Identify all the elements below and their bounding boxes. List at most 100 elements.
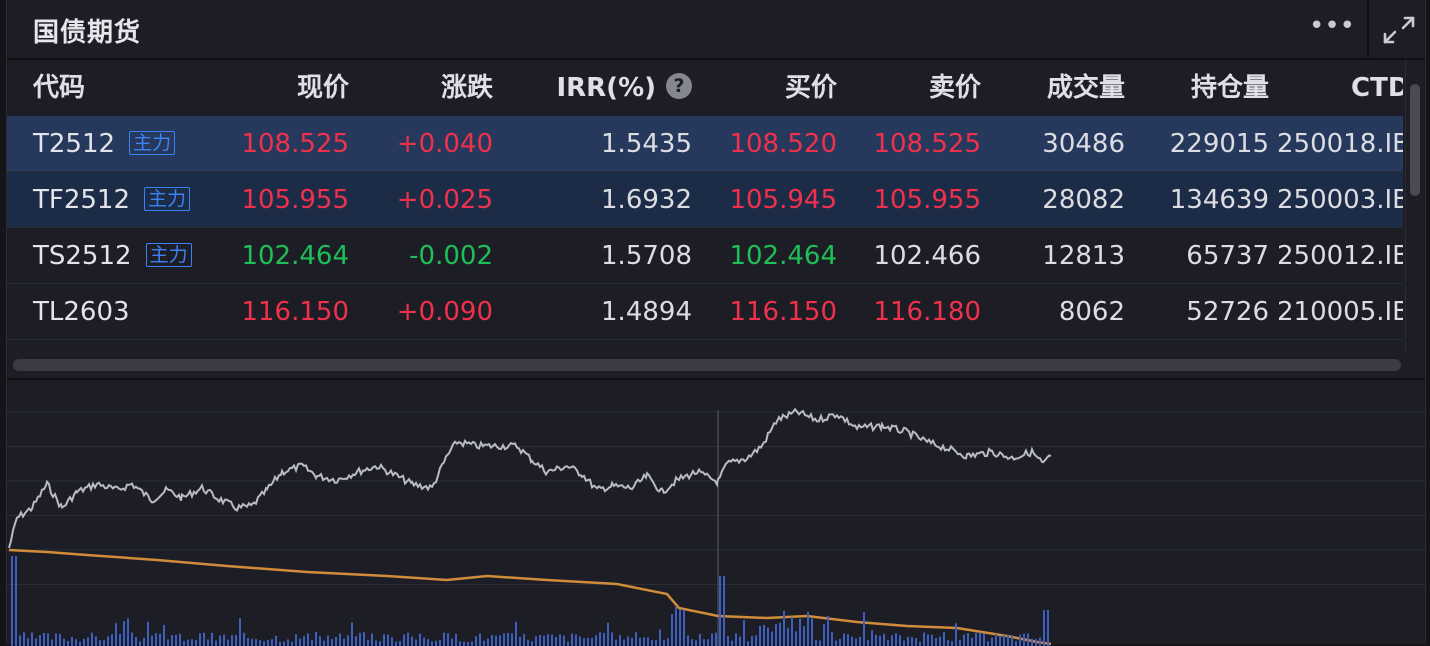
vertical-scroll-thumb[interactable]	[1410, 84, 1420, 196]
volume-bar	[35, 638, 37, 646]
volume-bar	[375, 640, 377, 646]
volume-bar	[231, 635, 233, 646]
volume-bar	[51, 639, 53, 646]
volume-bar	[723, 576, 725, 646]
col-header-price[interactable]: 现价	[229, 72, 349, 104]
open-interest-cell: 134639	[1169, 185, 1269, 215]
volume-cell: 28082	[1042, 185, 1125, 215]
volume-bar	[367, 639, 369, 646]
volume-bar	[679, 609, 681, 646]
contract-code-cell: TF2512 主力	[33, 183, 191, 217]
col-header-change[interactable]: 涨跌	[373, 72, 493, 104]
volume-bar	[391, 637, 393, 646]
volume-bar	[63, 638, 65, 646]
volume-bar	[1043, 610, 1045, 646]
horizontal-scrollbar[interactable]	[7, 354, 1425, 376]
volume-bar	[895, 633, 897, 646]
header-divider	[1367, 0, 1369, 58]
volume-bar	[879, 635, 881, 646]
volume-bar	[327, 635, 329, 646]
col-header-volume[interactable]: 成交量	[1005, 72, 1125, 104]
volume-bar	[11, 556, 13, 646]
volume-bar	[703, 639, 705, 646]
volume-bar	[179, 633, 181, 646]
volume-bar	[347, 635, 349, 646]
volume-bar	[1019, 634, 1021, 646]
open-interest-cell: 65737	[1186, 241, 1269, 271]
volume-bar	[983, 633, 985, 646]
more-icon[interactable]: •••	[1309, 10, 1355, 46]
col-header-ask[interactable]: 卖价	[861, 72, 981, 104]
table-row[interactable]: T2512 主力 108.525 +0.040 1.5435 108.520 10…	[7, 116, 1403, 172]
table-row[interactable]: TS2512 主力 102.464 -0.002 1.5708 102.464 1…	[7, 228, 1403, 284]
volume-bar	[39, 635, 41, 646]
volume-bar	[603, 632, 605, 646]
volume-bar	[631, 637, 633, 646]
vertical-scrollbar[interactable]	[1405, 60, 1424, 352]
intraday-chart[interactable]	[7, 378, 1425, 646]
volume-bar	[883, 633, 885, 646]
volume-bar	[911, 637, 913, 646]
col-header-code[interactable]: 代码	[33, 72, 85, 104]
change-cell: +0.040	[396, 129, 493, 159]
change-cell: +0.025	[396, 185, 493, 215]
help-icon[interactable]: ?	[666, 72, 692, 99]
volume-bar	[935, 638, 937, 646]
volume-bar	[867, 640, 869, 646]
expand-icon[interactable]	[1379, 12, 1419, 48]
volume-bar	[547, 634, 549, 646]
col-header-bid[interactable]: 买价	[717, 72, 837, 104]
table-row[interactable]: TL2603 116.150 +0.090 1.4894 116.150 116…	[7, 284, 1403, 340]
volume-bar	[551, 634, 553, 646]
volume-bar	[499, 635, 501, 646]
volume-bar	[123, 621, 125, 646]
volume-bar	[275, 635, 277, 646]
table-header-row: 代码 现价 涨跌 IRR(%)? 买价 卖价 成交量 持仓量 CTD	[7, 60, 1403, 116]
panel-title: 国债期货	[33, 18, 142, 48]
volume-bar	[571, 633, 573, 646]
volume-bar	[947, 640, 949, 646]
col-header-open-interest[interactable]: 持仓量	[1149, 72, 1269, 104]
contract-code: TL2603	[33, 297, 130, 327]
volume-bar	[523, 634, 525, 646]
quote-table: 代码 现价 涨跌 IRR(%)? 买价 卖价 成交量 持仓量 CTD T2512…	[7, 60, 1403, 352]
volume-bar	[695, 640, 697, 646]
volume-bar	[355, 636, 357, 646]
volume-bar	[199, 633, 201, 646]
volume-bar	[991, 637, 993, 646]
volume-bar	[899, 635, 901, 646]
volume-bar	[323, 640, 325, 646]
volume-bar	[1023, 633, 1025, 646]
ctd-cell: 210005.IB	[1277, 297, 1403, 327]
panel-header: 国债期货 •••	[7, 0, 1425, 60]
volume-bar	[783, 610, 785, 646]
volume-bar	[183, 640, 185, 646]
volume-bar	[887, 640, 889, 646]
volume-bar	[319, 636, 321, 646]
volume-bar	[167, 639, 169, 646]
irr-cell: 1.5435	[601, 129, 692, 159]
volume-bar	[1027, 633, 1029, 646]
volume-bar	[807, 611, 809, 646]
table-row[interactable]: TF2512 主力 105.955 +0.025 1.6932 105.945 1…	[7, 172, 1403, 228]
ask-cell: 105.955	[873, 185, 981, 215]
volume-bar	[159, 633, 161, 646]
col-header-irr[interactable]: IRR(%)?	[507, 72, 692, 104]
volume-bar	[251, 638, 253, 646]
volume-bar	[587, 637, 589, 646]
volume-bar	[615, 639, 617, 646]
volume-bar	[767, 627, 769, 646]
volume-bar	[303, 636, 305, 646]
volume-bar	[575, 634, 577, 646]
volume-bar	[719, 576, 721, 646]
contract-code: T2512	[33, 129, 116, 159]
irr-cell: 1.6932	[601, 185, 692, 215]
volume-bar	[815, 640, 817, 646]
volume-bar	[155, 633, 157, 646]
volume-bar	[15, 556, 17, 646]
contract-code-cell: TS2512 主力	[33, 239, 192, 273]
volume-bar	[819, 640, 821, 646]
horizontal-scroll-thumb[interactable]	[13, 359, 1401, 371]
volume-bar	[675, 606, 677, 646]
col-header-ctd[interactable]: CTD	[1351, 72, 1403, 104]
